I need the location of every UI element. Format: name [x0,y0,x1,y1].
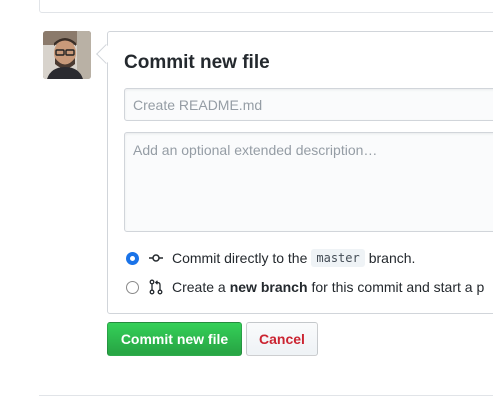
commit-direct-text-after: branch. [368,250,416,266]
git-pull-request-icon [148,279,164,295]
previous-section-box [39,0,493,13]
new-branch-option[interactable]: Create a new branch for this commit and … [126,277,484,297]
user-avatar[interactable] [43,31,91,79]
commit-title: Commit new file [124,52,270,73]
divider [39,395,493,396]
new-branch-radio[interactable] [126,280,139,294]
new-branch-bold: new branch [229,279,308,295]
commit-new-file-button[interactable]: Commit new file [107,322,242,356]
new-branch-text-after: for this commit and start a p [311,279,485,295]
commit-direct-option[interactable]: Commit directly to the master branch. [126,248,415,268]
branch-name: master [311,249,365,267]
commit-direct-radio[interactable] [126,251,139,265]
new-branch-text: Create a [172,279,226,295]
git-commit-icon [148,250,164,266]
avatar-image [43,31,91,79]
commit-description-input[interactable] [124,132,493,232]
commit-direct-text: Commit directly to the [172,250,308,266]
commit-summary-input[interactable] [124,88,493,121]
cancel-button[interactable]: Cancel [246,322,318,356]
